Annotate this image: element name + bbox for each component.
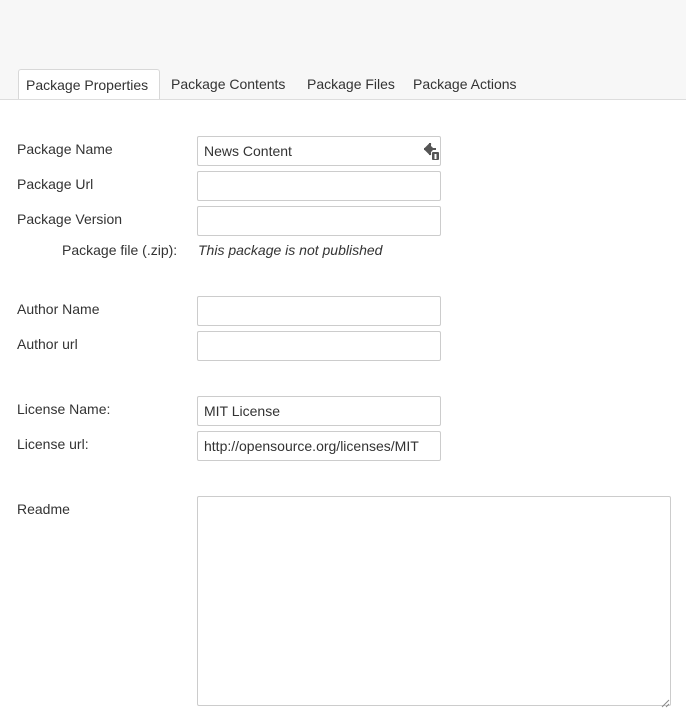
- author-name-input[interactable]: [197, 296, 441, 326]
- license-url-input[interactable]: [197, 431, 441, 461]
- license-name-label: License Name:: [17, 401, 111, 417]
- package-url-input[interactable]: [197, 171, 441, 201]
- tab-divider: [0, 99, 686, 100]
- author-name-label: Author Name: [17, 301, 100, 317]
- tab-package-properties[interactable]: Package Properties: [18, 69, 160, 100]
- tab-package-contents[interactable]: Package Contents: [171, 70, 285, 99]
- package-version-label: Package Version: [17, 211, 123, 227]
- macro-icon[interactable]: [423, 142, 440, 161]
- tab-package-files[interactable]: Package Files: [307, 70, 395, 99]
- package-version-input[interactable]: [197, 206, 441, 236]
- author-url-input[interactable]: [197, 331, 441, 361]
- package-file-label: Package file (.zip):: [62, 242, 178, 258]
- package-url-label: Package Url: [17, 176, 94, 192]
- readme-textarea[interactable]: [197, 496, 671, 706]
- license-url-label: License url:: [17, 436, 89, 452]
- package-name-label: Package Name: [17, 141, 113, 157]
- package-file-status: This package is not published: [198, 242, 383, 258]
- resize-grip-icon[interactable]: [660, 695, 670, 708]
- package-name-input[interactable]: [197, 136, 441, 166]
- license-name-input[interactable]: [197, 396, 441, 426]
- readme-label: Readme: [17, 501, 70, 517]
- author-url-label: Author url: [17, 336, 78, 352]
- tab-package-actions[interactable]: Package Actions: [413, 70, 517, 99]
